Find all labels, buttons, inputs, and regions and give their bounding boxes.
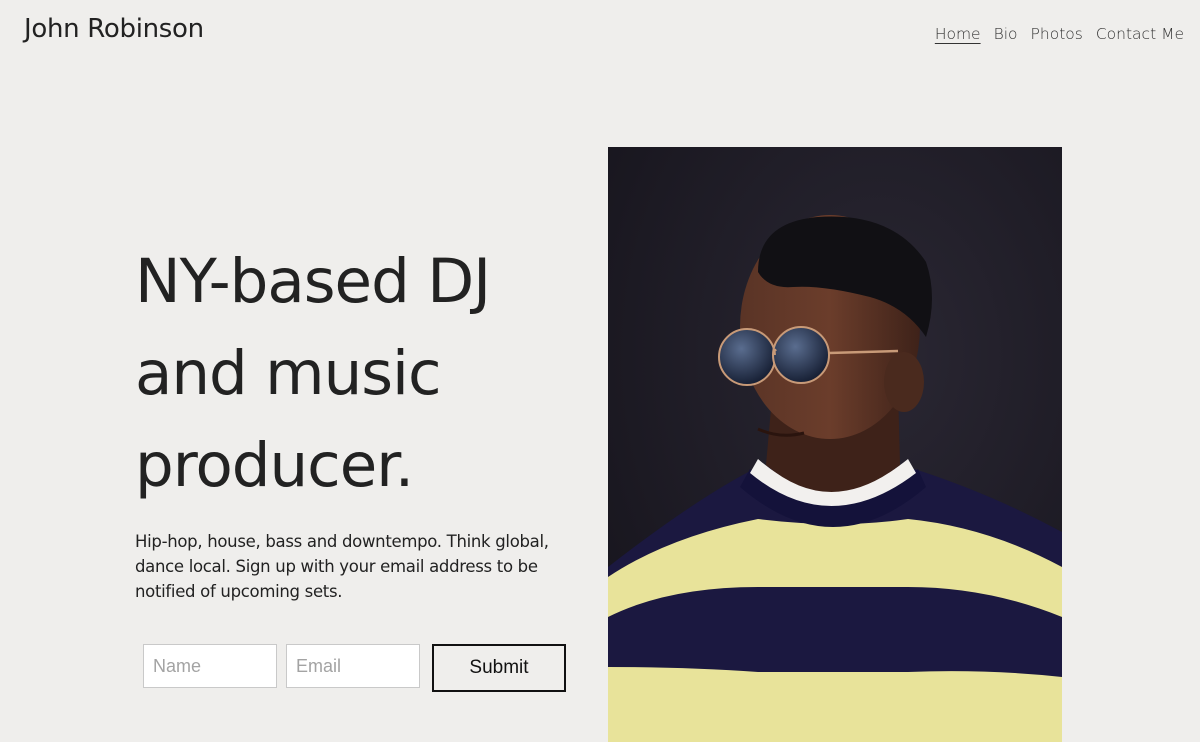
nav-photos-link[interactable]: Photos xyxy=(1031,25,1083,43)
main-nav: Home Bio Photos Contact Me xyxy=(935,25,1184,43)
page: John Robinson Home Bio Photos Contact Me… xyxy=(0,0,1200,742)
hero-headline: NY-based DJ and music producer. xyxy=(135,236,595,512)
portrait-illustration xyxy=(608,147,1062,742)
hero-tagline: Hip-hop, house, bass and downtempo. Thin… xyxy=(135,532,549,601)
hero-portrait-photo xyxy=(608,147,1062,742)
email-input[interactable] xyxy=(286,644,420,688)
headline-line-1: NY-based DJ xyxy=(135,246,491,317)
nav-contact-link[interactable]: Contact Me xyxy=(1096,25,1184,43)
name-input[interactable] xyxy=(143,644,277,688)
nav-home-link[interactable]: Home xyxy=(935,25,981,43)
headline-line-3: producer. xyxy=(135,430,414,501)
nav-bio-link[interactable]: Bio xyxy=(994,25,1018,43)
site-title[interactable]: John Robinson xyxy=(24,14,204,44)
headline-line-2: and music xyxy=(135,338,442,409)
submit-button[interactable]: Submit xyxy=(432,644,566,692)
